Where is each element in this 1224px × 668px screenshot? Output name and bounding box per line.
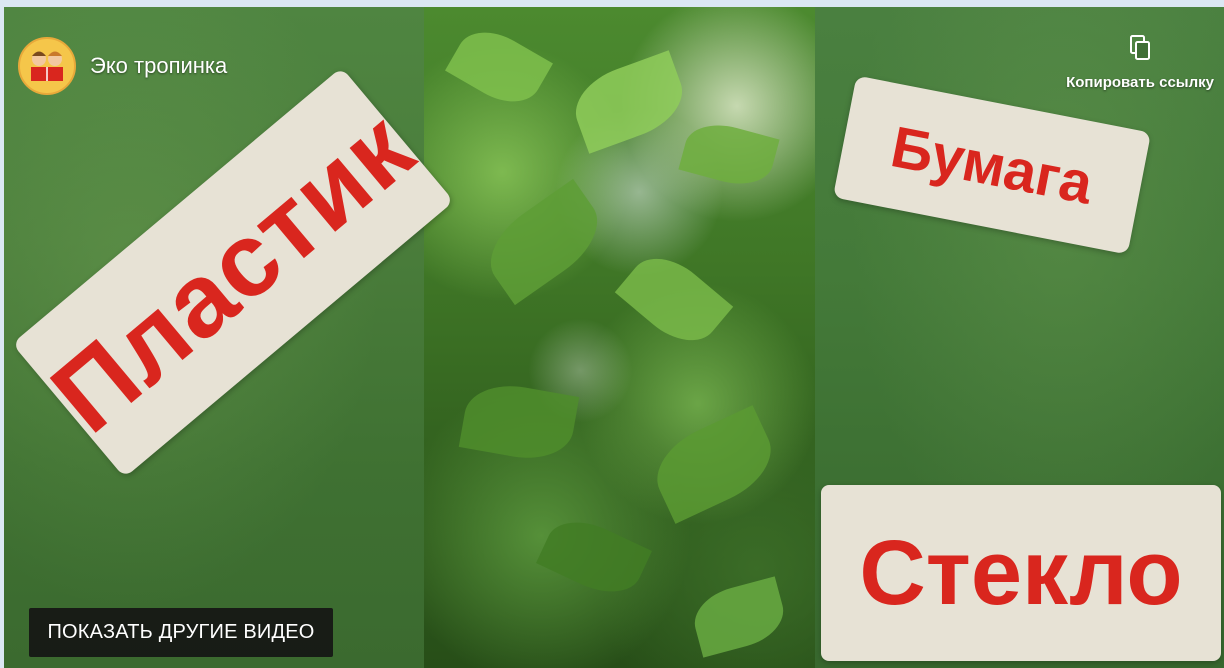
glass-card: Стекло xyxy=(821,485,1221,661)
paper-label: Бумага xyxy=(886,113,1098,217)
video-player[interactable]: Пластик Бумага Стекло Эко тропинка Копир… xyxy=(4,7,1224,668)
kids-reading-book-icon[interactable] xyxy=(18,37,76,95)
channel-name[interactable]: Эко тропинка xyxy=(90,53,227,79)
copy-icon[interactable] xyxy=(1128,35,1152,66)
glass-label: Стекло xyxy=(859,521,1183,624)
copy-link-button[interactable]: Копировать ссылку xyxy=(1066,35,1214,91)
center-video-panel xyxy=(424,7,815,668)
show-more-videos-button[interactable]: ПОКАЗАТЬ ДРУГИЕ ВИДЕО xyxy=(29,608,333,657)
copy-link-label: Копировать ссылку xyxy=(1066,74,1214,91)
channel-info[interactable]: Эко тропинка xyxy=(18,37,227,95)
